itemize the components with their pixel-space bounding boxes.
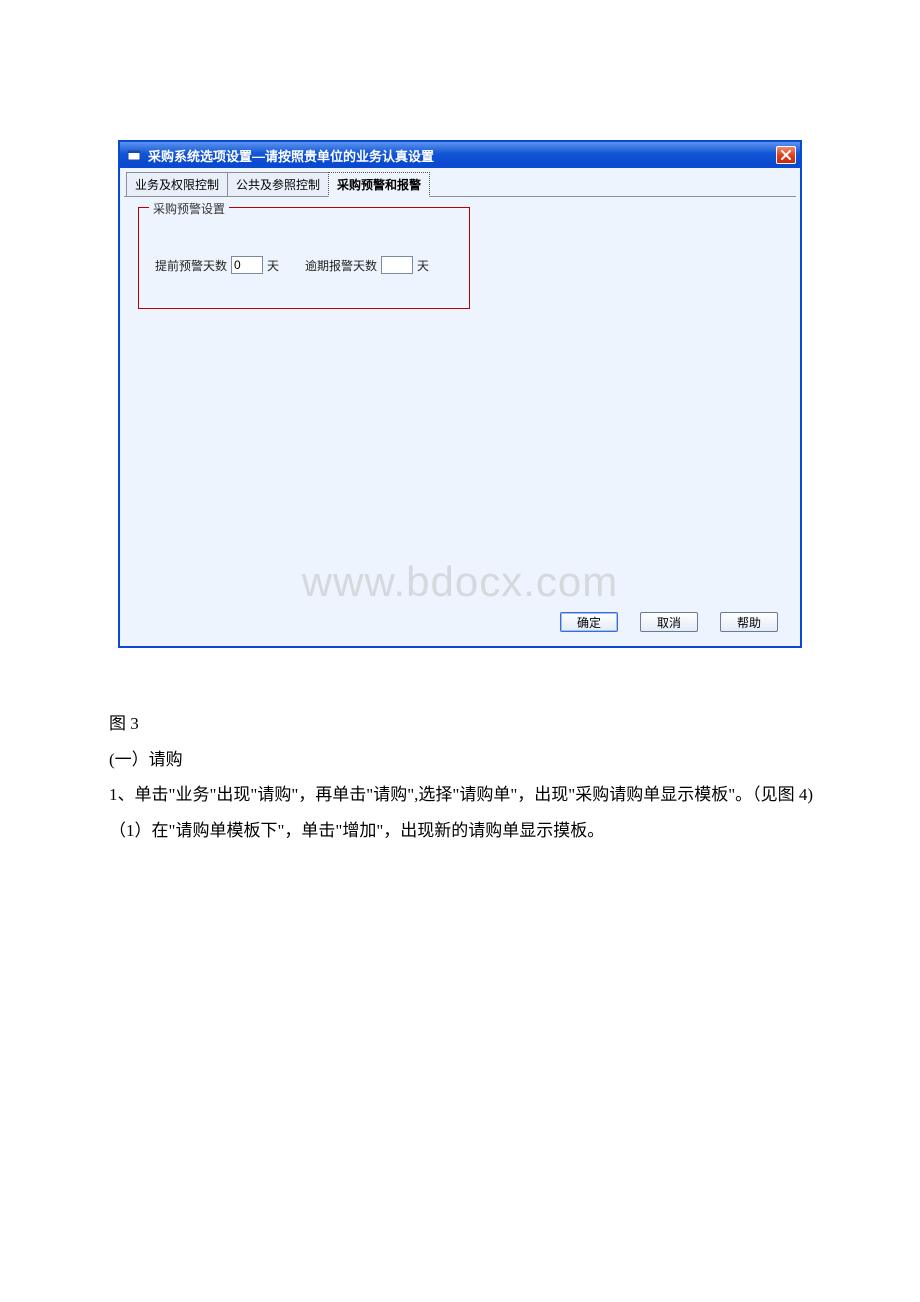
ok-button[interactable]: 确定 [560, 612, 618, 632]
cancel-button[interactable]: 取消 [640, 612, 698, 632]
button-bar: 确定 取消 帮助 [124, 606, 796, 640]
groupbox-legend: 采购预警设置 [149, 200, 229, 217]
figure-label: 图 3 [75, 706, 845, 742]
tab-public-reference[interactable]: 公共及参照控制 [227, 172, 329, 197]
advance-days-input[interactable] [231, 256, 263, 274]
tab-business-permission[interactable]: 业务及权限控制 [126, 172, 228, 197]
titlebar: 采购系统选项设置—请按照贵单位的业务认真设置 [120, 142, 800, 168]
client-area: 业务及权限控制 公共及参照控制 采购预警和报警 采购预警设置 提前预警天数 天 … [120, 168, 800, 646]
overdue-days-label: 逾期报警天数 [305, 257, 377, 274]
app-icon [126, 147, 142, 163]
paragraph-1: 1、单击"业务"出现"请购"，再单击"请购",选择"请购单"，出现"采购请购单显… [75, 777, 845, 813]
tab-panel: 采购预警设置 提前预警天数 天 逾期报警天数 天 www.bdocx.com [124, 196, 796, 606]
watermark-text: www.bdocx.com [124, 558, 796, 606]
dialog-window: 采购系统选项设置—请按照贵单位的业务认真设置 业务及权限控制 公共及参照控制 采… [118, 140, 802, 648]
document-body: 图 3 (一）请购 1、单击"业务"出现"请购"，再单击"请购",选择"请购单"… [75, 706, 845, 849]
advance-days-label: 提前预警天数 [155, 257, 227, 274]
advance-days-unit: 天 [267, 257, 279, 274]
tab-bar: 业务及权限控制 公共及参照控制 采购预警和报警 [126, 172, 796, 197]
purchase-alert-groupbox: 采购预警设置 提前预警天数 天 逾期报警天数 天 [138, 207, 470, 309]
overdue-days-unit: 天 [417, 257, 429, 274]
overdue-days-input[interactable] [381, 256, 413, 274]
tab-purchase-alert[interactable]: 采购预警和报警 [328, 172, 430, 197]
close-button[interactable] [776, 146, 796, 164]
section-heading: (一）请购 [75, 742, 845, 778]
help-button[interactable]: 帮助 [720, 612, 778, 632]
paragraph-2: （1）在"请购单模板下"，单击"增加"，出现新的请购单显示摸板。 [75, 813, 845, 849]
alert-fields-row: 提前预警天数 天 逾期报警天数 天 [155, 256, 453, 274]
window-title: 采购系统选项设置—请按照贵单位的业务认真设置 [148, 146, 770, 165]
